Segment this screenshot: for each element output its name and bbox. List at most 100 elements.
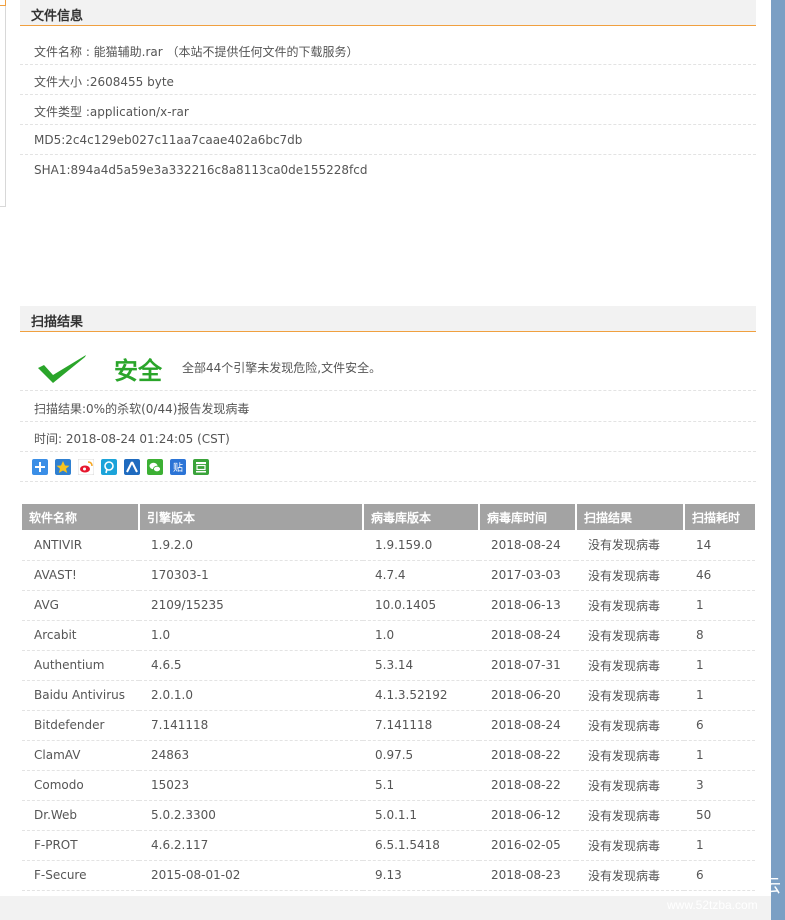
cell-scan-result: 没有发现病毒 <box>576 830 684 861</box>
share-bar: 贴 <box>20 452 756 482</box>
cell-scan-result: 没有发现病毒 <box>576 620 684 651</box>
wechat-icon[interactable] <box>147 459 163 475</box>
cell-software: AVAST! <box>22 560 139 591</box>
cell-engine-version: 2015-08-01-02 <box>139 860 363 891</box>
divider <box>20 390 756 391</box>
cell-virus-db-time: 2018-08-24 <box>479 710 576 741</box>
col-header-virus-db-time: 病毒库时间 <box>479 504 577 530</box>
baidu-tieba-icon[interactable]: 贴 <box>170 459 186 475</box>
col-header-software: 软件名称 <box>22 504 140 530</box>
sha1-row: SHA1:894a4d5a59e3a332216c8a8113ca0de1552… <box>20 155 756 185</box>
table-row: Bitdefender 7.141118 7.141118 2018-08-24 没有发… <box>22 710 755 741</box>
safe-status-label: 安全 <box>114 357 162 385</box>
cell-scan-result: 没有发现病毒 <box>576 560 684 591</box>
cell-scan-duration: 1 <box>684 830 755 861</box>
cell-virus-db-version: 4.7.4 <box>363 560 479 591</box>
cell-virus-db-time: 2018-08-23 <box>479 860 576 891</box>
table-header-row: 软件名称 引擎版本 病毒库版本 病毒库时间 扫描结果 扫描耗时 <box>22 504 755 530</box>
cell-scan-duration: 6 <box>684 710 755 741</box>
table-row: AVG 2109/15235 10.0.1405 2018-06-13 没有发现病毒 1 <box>22 590 755 621</box>
right-scrollbar-track[interactable] <box>771 0 785 920</box>
col-header-scan-duration: 扫描耗时 <box>684 504 755 530</box>
cell-virus-db-version: 4.1.3.52192 <box>363 680 479 711</box>
cell-virus-db-time: 2016-02-05 <box>479 830 576 861</box>
file-size-text: 文件大小 :2608455 byte <box>34 75 174 89</box>
cell-engine-version: 5.0.2.3300 <box>139 800 363 831</box>
scan-result-title: 扫描结果 <box>31 315 84 330</box>
col-header-engine-version: 引擎版本 <box>139 504 364 530</box>
file-info-header: 文件信息 <box>20 0 756 26</box>
cell-scan-duration: 8 <box>684 620 755 651</box>
douban-icon[interactable] <box>193 459 209 475</box>
scan-results-table: 软件名称 引擎版本 病毒库版本 病毒库时间 扫描结果 扫描耗时 ANTIVIR 1… <box>22 504 755 891</box>
cell-scan-duration: 1 <box>684 590 755 621</box>
cell-virus-db-time: 2018-06-13 <box>479 590 576 621</box>
safe-status-description: 全部44个引擎未发现危险,文件安全。 <box>182 361 382 375</box>
renren-icon[interactable] <box>124 459 140 475</box>
file-name-text: 文件名称 : 能猫辅助.rar （本站不提供任何文件的下载服务） <box>34 45 359 59</box>
cell-software: Arcabit <box>22 620 139 651</box>
cell-scan-duration: 1 <box>684 650 755 681</box>
checkmark-icon <box>38 355 86 383</box>
table-row: F-Secure 2015-08-01-02 9.13 2018-08-23 没有发现病… <box>22 860 755 891</box>
cell-scan-result: 没有发现病毒 <box>576 740 684 771</box>
cell-scan-result: 没有发现病毒 <box>576 680 684 711</box>
file-name-row: 文件名称 : 能猫辅助.rar （本站不提供任何文件的下载服务） <box>20 35 756 65</box>
watermark-site: www.52tzba.com <box>667 898 758 912</box>
col-header-scan-result: 扫描结果 <box>576 504 685 530</box>
table-row: Comodo 15023 5.1 2018-08-22 没有发现病毒 3 <box>22 770 755 801</box>
scan-time-text: 时间: 2018-08-24 01:24:05 (CST) <box>34 432 230 446</box>
cell-virus-db-version: 5.3.14 <box>363 650 479 681</box>
sha1-text: SHA1:894a4d5a59e3a332216c8a8113ca0de1552… <box>34 163 368 177</box>
cell-scan-result: 没有发现病毒 <box>576 800 684 831</box>
cell-scan-duration: 50 <box>684 800 755 831</box>
cell-virus-db-version: 6.5.1.5418 <box>363 830 479 861</box>
weibo-icon[interactable] <box>78 459 94 475</box>
cell-scan-result: 没有发现病毒 <box>576 770 684 801</box>
scan-time-row: 时间: 2018-08-24 01:24:05 (CST) <box>20 422 756 452</box>
cell-scan-result: 没有发现病毒 <box>576 650 684 681</box>
scan-result-header: 扫描结果 <box>20 306 756 332</box>
table-row: F-PROT 4.6.2.117 6.5.1.5418 2016-02-05 没有发现病… <box>22 830 755 861</box>
cell-scan-duration: 46 <box>684 560 755 591</box>
cell-scan-result: 没有发现病毒 <box>576 530 684 561</box>
cell-virus-db-time: 2018-06-20 <box>479 680 576 711</box>
cell-engine-version: 7.141118 <box>139 710 363 741</box>
cell-software: Dr.Web <box>22 800 139 831</box>
cell-engine-version: 1.0 <box>139 620 363 651</box>
share-plus-icon[interactable] <box>32 459 48 475</box>
cell-scan-result: 没有发现病毒 <box>576 710 684 741</box>
cell-virus-db-version: 0.97.5 <box>363 740 479 771</box>
cell-software: ClamAV <box>22 740 139 771</box>
left-panel-accent <box>0 0 6 6</box>
cell-scan-duration: 14 <box>684 530 755 561</box>
tencent-weibo-icon[interactable] <box>101 459 117 475</box>
cell-virus-db-version: 1.9.159.0 <box>363 530 479 561</box>
footer-strip <box>0 896 771 920</box>
cell-scan-duration: 1 <box>684 680 755 711</box>
qzone-icon[interactable] <box>55 459 71 475</box>
cell-software: Baidu Antivirus <box>22 680 139 711</box>
svg-text:贴: 贴 <box>173 461 183 474</box>
cell-virus-db-time: 2017-03-03 <box>479 560 576 591</box>
cell-software: ANTIVIR <box>22 530 139 561</box>
table-body: ANTIVIR 1.9.2.0 1.9.159.0 2018-08-24 没有发现病毒 1… <box>22 530 755 891</box>
cell-scan-result: 没有发现病毒 <box>576 860 684 891</box>
scan-summary-row: 扫描结果:0%的杀软(0/44)报告发现病毒 <box>20 392 756 422</box>
table-row: Authentium 4.6.5 5.3.14 2018-07-31 没有发现病毒 1 <box>22 650 755 681</box>
cell-virus-db-time: 2018-07-31 <box>479 650 576 681</box>
table-row: AVAST! 170303-1 4.7.4 2017-03-03 没有发现病毒 46 <box>22 560 755 591</box>
cell-software: AVG <box>22 590 139 621</box>
cell-engine-version: 170303-1 <box>139 560 363 591</box>
cell-scan-duration: 1 <box>684 740 755 771</box>
cell-virus-db-version: 5.1 <box>363 770 479 801</box>
cell-software: F-PROT <box>22 830 139 861</box>
cell-virus-db-time: 2018-08-24 <box>479 530 576 561</box>
cell-virus-db-time: 2018-08-22 <box>479 770 576 801</box>
cell-virus-db-version: 5.0.1.1 <box>363 800 479 831</box>
file-type-row: 文件类型 :application/x-rar <box>20 95 756 125</box>
cell-virus-db-version: 10.0.1405 <box>363 590 479 621</box>
cell-software: F-Secure <box>22 860 139 891</box>
cell-engine-version: 2109/15235 <box>139 590 363 621</box>
cell-engine-version: 15023 <box>139 770 363 801</box>
